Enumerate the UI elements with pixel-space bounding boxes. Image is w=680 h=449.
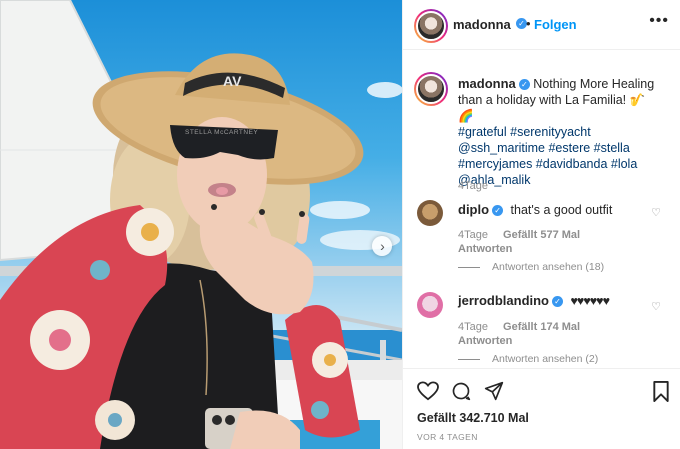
comment-username[interactable]: diplo: [458, 202, 489, 217]
sunglasses-brand-text: STELLA McCARTNEY: [185, 129, 258, 136]
post-sidebar: madonna ✓ • Folgen ••• madonna ✓ Nothing …: [402, 0, 680, 449]
caption-tags-2[interactable]: @ssh_maritime #estere #stella: [458, 141, 630, 155]
comment-likes[interactable]: Gefällt 174 Mal: [503, 321, 580, 333]
caption-age[interactable]: 4Tage: [458, 180, 488, 192]
share-icon[interactable]: [483, 381, 505, 401]
caption-tags-1[interactable]: #grateful #serenityyacht: [458, 125, 591, 139]
post-date[interactable]: VOR 4 TAGEN: [417, 432, 478, 442]
verified-badge-icon: ✓: [492, 205, 504, 216]
comment-like-heart-icon[interactable]: ♡: [651, 300, 661, 313]
post-header: madonna ✓ • Folgen •••: [403, 0, 680, 50]
avatar[interactable]: [414, 72, 448, 106]
comment-icon[interactable]: [450, 381, 472, 401]
avatar[interactable]: [414, 9, 448, 43]
next-photo-button[interactable]: ›: [372, 236, 392, 256]
comment-username[interactable]: jerrodblandino: [458, 293, 549, 308]
follow-button[interactable]: Folgen: [534, 17, 577, 32]
view-replies-button[interactable]: Antworten ansehen (18): [458, 261, 604, 273]
comment-age[interactable]: 4Tage: [458, 321, 488, 333]
comment-like-heart-icon[interactable]: ♡: [651, 206, 661, 219]
comment-text: ♥♥♥♥♥♥: [570, 294, 610, 308]
reply-button[interactable]: Antworten: [458, 335, 512, 347]
comment-likes[interactable]: Gefällt 577 Mal: [503, 229, 580, 241]
post-photo[interactable]: AV STELLA McCARTNEY ›: [0, 0, 402, 449]
avatar[interactable]: [417, 292, 443, 318]
post-actions: Gefällt 342.710 Mal VOR 4 TAGEN: [403, 368, 680, 449]
more-horizontal-icon[interactable]: •••: [649, 12, 669, 30]
heart-icon[interactable]: [417, 381, 439, 401]
caption-tags-3[interactable]: #mercyjames #davidbanda #lola: [458, 157, 637, 171]
header-separator: •: [526, 16, 531, 31]
likes-count[interactable]: Gefällt 342.710 Mal: [417, 411, 529, 425]
caption-text: madonna ✓ Nothing More Healing than a hol…: [458, 76, 658, 188]
verified-badge-icon: ✓: [552, 296, 563, 307]
chevron-right-icon: ›: [380, 238, 385, 254]
view-replies-button[interactable]: Antworten ansehen (2): [458, 353, 598, 365]
hat-band-text: AV: [223, 73, 242, 89]
verified-badge-icon: ✓: [518, 79, 530, 90]
reply-button[interactable]: Antworten: [458, 243, 512, 255]
caption-username[interactable]: madonna: [458, 76, 516, 91]
photo-illustration: AV STELLA McCARTNEY: [0, 0, 402, 449]
comment-text: that's a good outfit: [510, 203, 613, 217]
post-author-username[interactable]: madonna: [453, 17, 511, 32]
avatar[interactable]: [417, 200, 443, 226]
bookmark-icon[interactable]: [653, 381, 669, 402]
comment-age[interactable]: 4Tage: [458, 229, 488, 241]
